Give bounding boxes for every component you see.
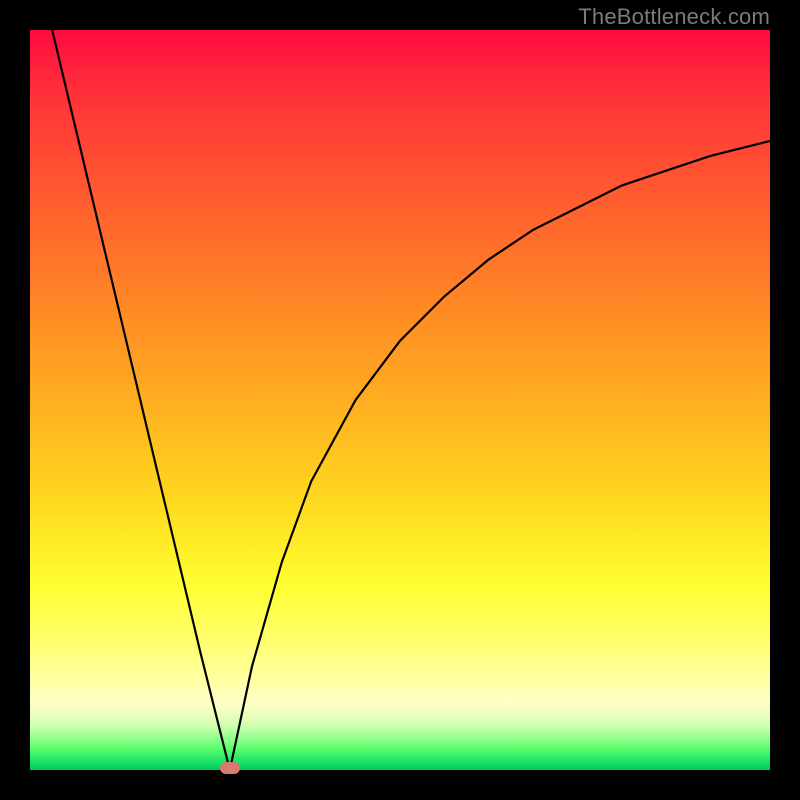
chart-frame: TheBottleneck.com (0, 0, 800, 800)
plot-area (30, 30, 770, 770)
bottleneck-curve (30, 30, 770, 770)
curve-path (52, 30, 770, 770)
vertex-marker (220, 762, 240, 774)
watermark-text: TheBottleneck.com (578, 4, 770, 30)
